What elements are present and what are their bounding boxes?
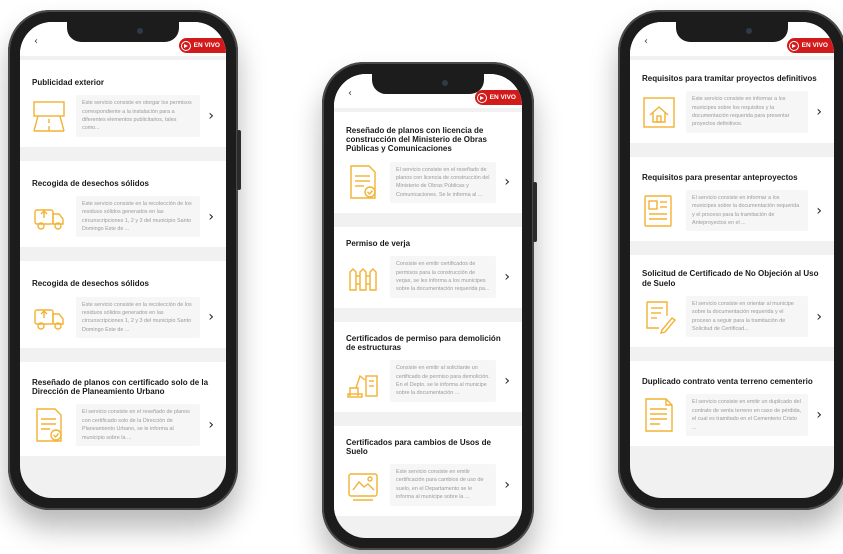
chevron-right-icon[interactable]: › (808, 408, 822, 422)
live-label: EN VIVO (489, 94, 516, 101)
service-title: Requisitos para tramitar proyectos defin… (642, 74, 817, 83)
phone-mockup-right: ‹ EN VIVO Requisitos para tramitar proye… (618, 10, 843, 510)
back-icon[interactable]: ‹ (348, 88, 352, 99)
service-description: Consiste en emitir al solicitante un cer… (390, 360, 496, 402)
road-billboard-icon (32, 97, 66, 135)
service-title: Recogida de desechos sólidos (32, 178, 149, 188)
chevron-right-icon[interactable]: › (200, 418, 214, 432)
service-card[interactable]: Reseñado de planos con licencia de const… (334, 112, 522, 214)
chevron-right-icon[interactable]: › (496, 374, 510, 388)
service-card[interactable]: Recogida de desechos sólidos Este servic… (20, 261, 226, 349)
service-description: Este servicio consiste en emitir certifi… (390, 464, 496, 506)
service-description: Este servicio consiste en informar a los… (686, 91, 808, 133)
document-check-icon (346, 163, 380, 201)
live-label: EN VIVO (193, 42, 220, 49)
service-description: Este servicio consiste en la recolección… (76, 195, 200, 238)
service-title: Certificados para cambios de Usos de Sue… (346, 437, 491, 456)
house-blueprint-icon (642, 93, 676, 131)
service-card[interactable]: Certificados de permiso para demolición … (334, 321, 522, 412)
live-button[interactable]: EN VIVO (786, 38, 834, 53)
service-description: Este servicio consiste en otorgar los pe… (76, 95, 200, 137)
live-label: EN VIVO (801, 42, 828, 49)
service-card[interactable]: Requisitos para presentar anteproyectos … (630, 156, 834, 242)
play-icon (180, 40, 191, 51)
phone-notch (676, 22, 788, 42)
play-icon (788, 40, 799, 51)
land-certificate-icon (346, 466, 380, 504)
service-card[interactable]: Duplicado contrato venta terreno cemente… (630, 361, 834, 446)
back-icon[interactable]: ‹ (34, 36, 38, 47)
service-list: Publicidad exterior Este servicio consis… (20, 56, 226, 456)
phone-notch (67, 22, 179, 42)
chevron-right-icon[interactable]: › (496, 175, 510, 189)
service-card[interactable]: Requisitos para tramitar proyectos defin… (630, 60, 834, 143)
live-button[interactable]: EN VIVO (474, 90, 522, 105)
service-description: Este servicio consiste en la recolección… (76, 296, 200, 339)
service-title: Certificados de permiso para demolición … (346, 333, 501, 352)
service-description: El servicio consiste en el reseñado de p… (76, 404, 200, 446)
excavator-building-icon (346, 362, 380, 400)
service-title: Reseñado de planos con licencia de const… (346, 126, 487, 154)
phone-screen: ‹ EN VIVO Publicidad exterior Este servi… (20, 22, 226, 498)
phone-mockup-left: ‹ EN VIVO Publicidad exterior Este servi… (8, 10, 241, 510)
document-check-icon (32, 406, 66, 444)
phone-screen: ‹ EN VIVO Requisitos para tramitar proye… (630, 22, 834, 498)
garbage-truck-icon (32, 198, 66, 236)
chevron-right-icon[interactable]: › (496, 478, 510, 492)
blueprint-list-icon (642, 192, 676, 230)
service-card[interactable]: Reseñado de planos con certificado solo … (20, 362, 226, 456)
chevron-right-icon[interactable]: › (200, 109, 214, 123)
service-title: Publicidad exterior (32, 78, 105, 87)
service-description: El servicio consiste en el reseñado de p… (390, 161, 496, 204)
service-title: Requisitos para presentar anteproyectos (642, 172, 798, 182)
chevron-right-icon[interactable]: › (808, 204, 822, 218)
service-title: Duplicado contrato venta terreno cemente… (642, 377, 813, 387)
chevron-right-icon[interactable]: › (200, 210, 214, 224)
chevron-right-icon[interactable]: › (200, 310, 214, 324)
play-icon (476, 92, 487, 103)
phone-notch (372, 74, 484, 94)
service-title: Recogida de desechos sólidos (32, 279, 149, 289)
service-card[interactable]: Certificados para cambios de Usos de Sue… (334, 425, 522, 516)
service-list: Reseñado de planos con licencia de const… (334, 108, 522, 516)
service-title: Solicitud de Certificado de No Objeción … (642, 269, 819, 288)
back-icon[interactable]: ‹ (644, 36, 648, 47)
contract-document-icon (642, 396, 676, 434)
service-card[interactable]: Publicidad exterior Este servicio consis… (20, 60, 226, 147)
chevron-right-icon[interactable]: › (808, 310, 822, 324)
service-title: Reseñado de planos con certificado solo … (32, 378, 209, 397)
service-card[interactable]: Permiso de verja Consiste en emitir cert… (334, 227, 522, 308)
fence-icon (346, 258, 380, 296)
service-description: Consiste en emitir certificados de permi… (390, 256, 496, 298)
phone-mockup-center: ‹ EN VIVO Reseñado de planos con licenci… (322, 62, 537, 550)
chevron-right-icon[interactable]: › (496, 270, 510, 284)
service-description: El servicio consiste en orientar al muni… (686, 295, 808, 338)
service-description: El servicio consiste en informar a los m… (686, 189, 808, 232)
chevron-right-icon[interactable]: › (808, 105, 822, 119)
garbage-truck-icon (32, 298, 66, 336)
phone-screen: ‹ EN VIVO Reseñado de planos con licenci… (334, 74, 522, 538)
service-list: Requisitos para tramitar proyectos defin… (630, 56, 834, 446)
service-title: Permiso de verja (346, 239, 411, 249)
service-card[interactable]: Solicitud de Certificado de No Objeción … (630, 255, 834, 348)
live-button[interactable]: EN VIVO (178, 38, 226, 53)
service-card[interactable]: Recogida de desechos sólidos Este servic… (20, 160, 226, 248)
certificate-pen-icon (642, 298, 676, 336)
service-description: El servicio consiste en emitir un duplic… (686, 394, 808, 436)
